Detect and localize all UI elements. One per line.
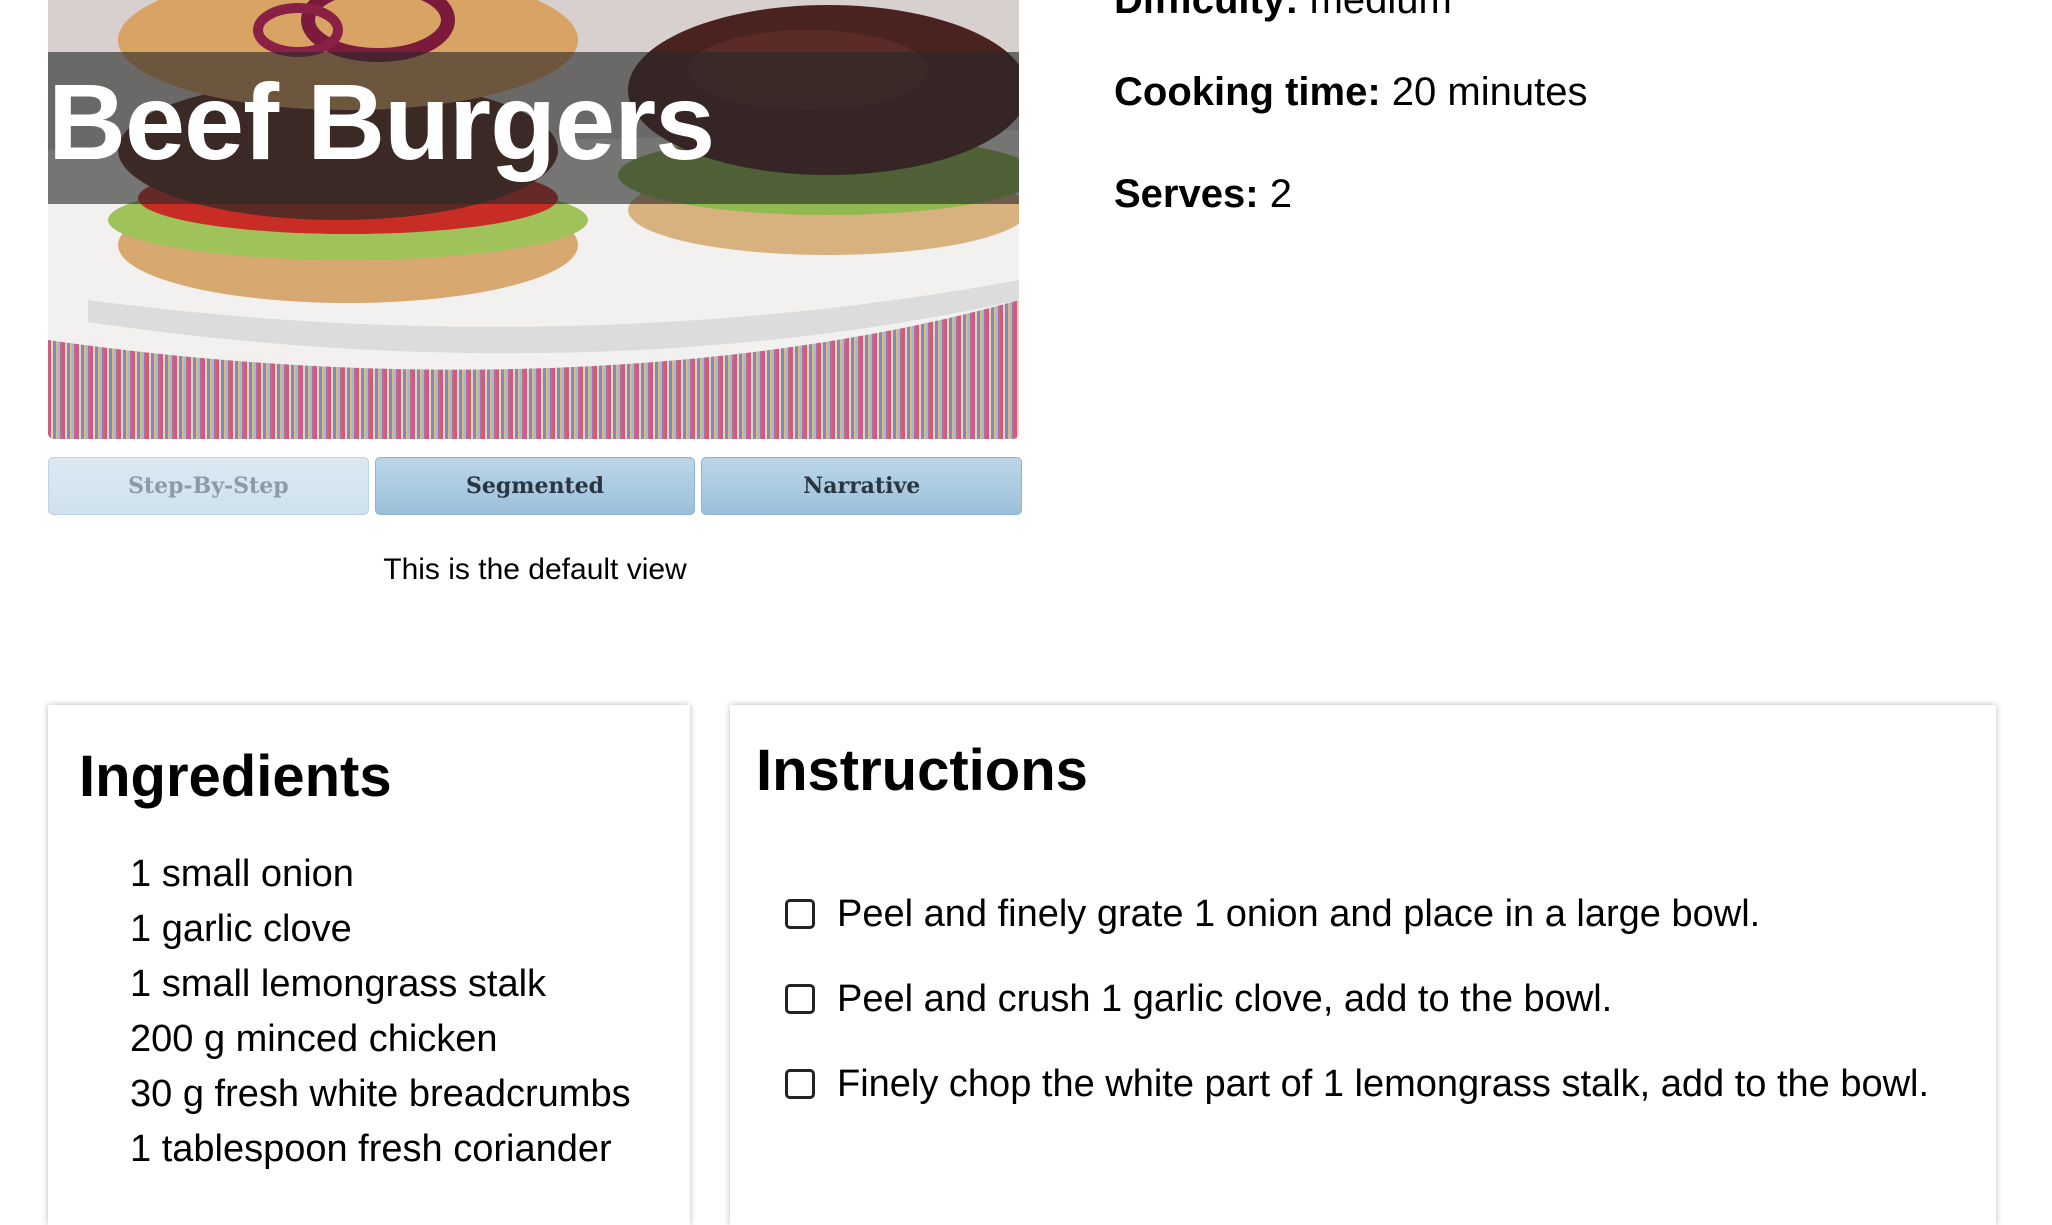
cooking-time-label: Cooking time: <box>1114 70 1381 114</box>
instruction-step: Peel and finely grate 1 onion and place … <box>785 883 1945 946</box>
ingredient-item: 30 g fresh white breadcrumbs <box>130 1073 631 1115</box>
recipe-hero-image: Beef Burgers <box>48 0 1019 439</box>
segmented-button[interactable]: Segmented <box>374 457 696 515</box>
difficulty-line: Difficulty: medium <box>1114 0 1452 24</box>
instruction-step: Peel and crush 1 garlic clove, add to th… <box>785 968 1945 1031</box>
ingredient-item: 1 tablespoon fresh coriander <box>130 1128 612 1170</box>
instructions-card: Instructions Peel and finely grate 1 oni… <box>730 705 1996 1225</box>
serves-label: Serves: <box>1114 172 1259 216</box>
step-by-step-button[interactable]: Step-By-Step <box>48 457 369 515</box>
view-caption: This is the default view <box>383 553 687 586</box>
step-checkbox[interactable] <box>785 984 815 1014</box>
instructions-heading: Instructions <box>756 738 1088 803</box>
ingredient-item: 200 g minced chicken <box>130 1018 498 1060</box>
serves-value: 2 <box>1269 172 1292 216</box>
ingredients-card: Ingredients 1 small onion 1 garlic clove… <box>48 705 690 1225</box>
ingredient-list: 1 small onion 1 garlic clove 1 small lem… <box>130 847 631 1177</box>
narrative-button[interactable]: Narrative <box>701 457 1023 515</box>
instruction-list: Peel and finely grate 1 onion and place … <box>785 883 1945 1138</box>
instruction-step: Finely chop the white part of 1 lemongra… <box>785 1053 1945 1116</box>
step-checkbox[interactable] <box>785 899 815 929</box>
cooking-time-line: Cooking time: 20 minutes <box>1114 68 1587 116</box>
ingredient-item: 1 small onion <box>130 853 354 895</box>
cooking-time-value: 20 minutes <box>1391 70 1588 114</box>
step-text: Finely chop the white part of 1 lemongra… <box>837 1063 1930 1105</box>
recipe-title: Beef Burgers <box>48 61 715 182</box>
step-checkbox[interactable] <box>785 1069 815 1099</box>
view-mode-toggle: Step-By-Step Segmented Narrative <box>48 457 1023 517</box>
ingredient-item: 1 garlic clove <box>130 908 352 950</box>
step-text: Peel and crush 1 garlic clove, add to th… <box>837 978 1613 1020</box>
serves-line: Serves: 2 <box>1114 170 1292 218</box>
difficulty-label: Difficulty: <box>1114 0 1299 22</box>
difficulty-value: medium <box>1309 0 1452 22</box>
ingredient-item: 1 small lemongrass stalk <box>130 963 547 1005</box>
ingredients-heading: Ingredients <box>79 744 392 809</box>
step-text: Peel and finely grate 1 onion and place … <box>837 893 1761 935</box>
